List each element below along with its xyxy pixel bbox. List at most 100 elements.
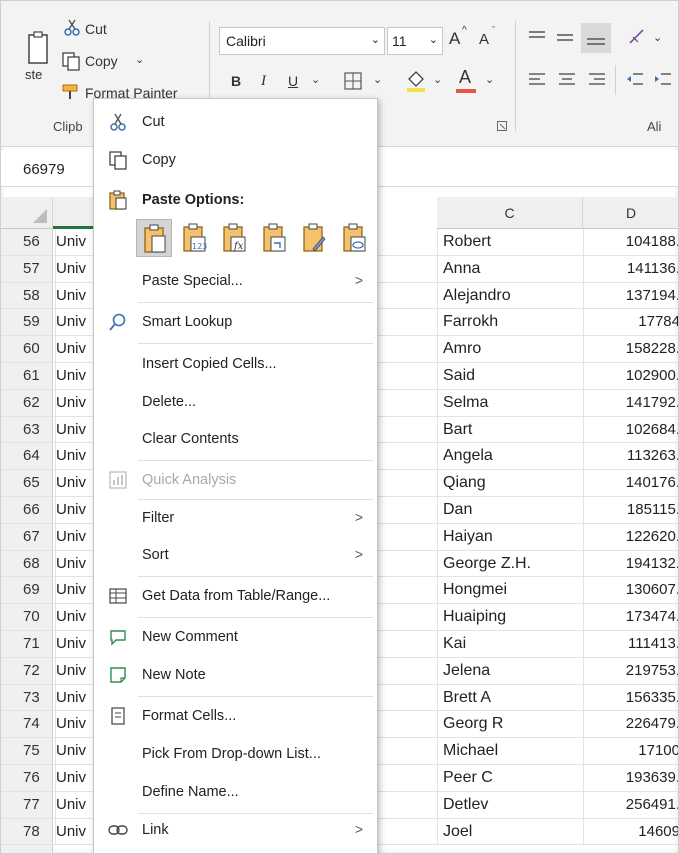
borders-icon[interactable] bbox=[343, 71, 363, 91]
cell-d[interactable]: 158228. bbox=[583, 336, 678, 362]
cell-d[interactable]: 140176. bbox=[583, 470, 678, 496]
name-box[interactable]: 66979 bbox=[23, 161, 65, 178]
row-number[interactable]: 73 bbox=[23, 685, 53, 711]
row-number[interactable]: 76 bbox=[23, 765, 53, 791]
row-number[interactable]: 71 bbox=[23, 631, 53, 657]
cell-d[interactable]: 17100 bbox=[583, 738, 678, 764]
paste-formatting-button[interactable] bbox=[296, 219, 332, 257]
cell-c[interactable]: Michael bbox=[437, 738, 583, 764]
shrink-font-button[interactable]: A bbox=[479, 31, 489, 48]
paste-link-button[interactable] bbox=[336, 219, 372, 257]
row-number[interactable]: 69 bbox=[23, 577, 53, 603]
cell-d[interactable]: 17784 bbox=[583, 309, 678, 336]
row-number[interactable]: 68 bbox=[23, 551, 53, 577]
cell-c[interactable]: Haiyan bbox=[437, 523, 583, 550]
cell-c[interactable]: Angela bbox=[437, 443, 583, 470]
column-header-d[interactable]: D bbox=[583, 197, 678, 229]
cell-c[interactable]: Georg R bbox=[437, 711, 583, 738]
row-number[interactable]: 62 bbox=[23, 390, 53, 416]
align-left-icon[interactable] bbox=[527, 71, 547, 89]
cell-c[interactable]: Brett A bbox=[437, 684, 583, 711]
row-number[interactable]: 63 bbox=[23, 417, 53, 443]
row-number[interactable]: 64 bbox=[23, 443, 53, 469]
copy-button[interactable]: Copy bbox=[85, 53, 118, 69]
select-all-corner[interactable] bbox=[1, 197, 53, 229]
cell-d[interactable]: 194132. bbox=[583, 550, 678, 577]
cut-button[interactable]: Cut bbox=[85, 21, 107, 37]
font-color-button[interactable]: A bbox=[459, 67, 471, 88]
cell-d[interactable]: 226479. bbox=[583, 711, 678, 738]
row-number[interactable]: 61 bbox=[23, 363, 53, 389]
cell-c[interactable]: Said bbox=[437, 363, 583, 389]
cell-d[interactable]: 156335. bbox=[583, 684, 678, 711]
row-number[interactable]: 59 bbox=[23, 309, 53, 335]
font-name-select[interactable]: Calibri ⌄ bbox=[219, 27, 385, 55]
cell-c[interactable]: Alejandro bbox=[437, 282, 583, 309]
cell-c[interactable]: Farrokh bbox=[437, 309, 583, 336]
row-number[interactable]: 57 bbox=[23, 256, 53, 282]
decrease-indent-icon[interactable] bbox=[625, 71, 645, 89]
fill-color-dropdown-icon[interactable]: ⌄ bbox=[433, 73, 442, 86]
menu-item-get-data[interactable]: Get Data from Table/Range... bbox=[94, 579, 377, 613]
copy-dropdown-icon[interactable]: ⌄ bbox=[135, 53, 144, 66]
cell-c[interactable]: Joel bbox=[437, 818, 583, 845]
align-middle-icon[interactable] bbox=[555, 29, 575, 47]
cell-d[interactable]: 104188. bbox=[583, 229, 678, 255]
cell-c[interactable]: Hongmei bbox=[437, 577, 583, 604]
cell-d[interactable]: 102684. bbox=[583, 416, 678, 443]
row-number[interactable]: 66 bbox=[23, 497, 53, 523]
row-number[interactable]: 56 bbox=[23, 229, 53, 255]
cell-d[interactable]: 130607. bbox=[583, 577, 678, 604]
cell-c[interactable]: Huaiping bbox=[437, 604, 583, 630]
cell-d[interactable]: 219753. bbox=[583, 657, 678, 684]
menu-item-sort[interactable]: Sort > bbox=[94, 538, 377, 572]
paste-values-button[interactable]: 123 bbox=[176, 219, 212, 257]
cell-d[interactable]: 185115. bbox=[583, 497, 678, 523]
cell-d[interactable]: 141792. bbox=[583, 389, 678, 416]
bold-button[interactable]: B bbox=[231, 73, 241, 89]
borders-dropdown-icon[interactable]: ⌄ bbox=[373, 73, 382, 86]
row-number[interactable]: 74 bbox=[23, 711, 53, 737]
fill-color-icon[interactable] bbox=[405, 69, 427, 93]
menu-item-pick-from-list[interactable]: Pick From Drop-down List... bbox=[94, 737, 377, 771]
row-number[interactable]: 75 bbox=[23, 738, 53, 764]
cell-d[interactable]: 173474. bbox=[583, 604, 678, 630]
column-header-c[interactable]: C bbox=[437, 197, 583, 229]
cell-c[interactable]: Jelena bbox=[437, 657, 583, 684]
cell-c[interactable]: Robert bbox=[437, 229, 583, 255]
font-size-select[interactable]: 11 ⌄ bbox=[387, 27, 443, 55]
menu-item-delete[interactable]: Delete... bbox=[94, 385, 377, 419]
menu-item-new-note[interactable]: New Note bbox=[94, 658, 377, 692]
paste-icon[interactable] bbox=[27, 31, 51, 65]
italic-button[interactable]: I bbox=[261, 73, 266, 90]
cell-d[interactable]: 141136. bbox=[583, 255, 678, 282]
underline-button[interactable]: U bbox=[288, 73, 298, 89]
menu-item-new-comment[interactable]: New Comment bbox=[94, 620, 377, 654]
dialog-launcher-icon[interactable] bbox=[497, 121, 507, 131]
cell-c[interactable]: Anna bbox=[437, 255, 583, 282]
row-number[interactable]: 78 bbox=[23, 819, 53, 845]
cell-d[interactable]: 193639. bbox=[583, 765, 678, 791]
align-bottom-button[interactable] bbox=[581, 23, 611, 53]
paste-transpose-button[interactable] bbox=[256, 219, 292, 257]
paste-default-button[interactable] bbox=[136, 219, 172, 257]
cell-d[interactable]: 14609 bbox=[583, 818, 678, 845]
cell-d[interactable]: 113263. bbox=[583, 443, 678, 470]
menu-item-clear-contents[interactable]: Clear Contents bbox=[94, 422, 377, 456]
menu-item-insert-copied-cells[interactable]: Insert Copied Cells... bbox=[94, 347, 377, 381]
orientation-dropdown-icon[interactable]: ⌄ bbox=[653, 31, 662, 44]
menu-item-filter[interactable]: Filter > bbox=[94, 501, 377, 535]
cell-c[interactable]: Peer C bbox=[437, 765, 583, 791]
grow-font-button[interactable]: A bbox=[449, 29, 460, 49]
cell-d[interactable]: 102900. bbox=[583, 363, 678, 389]
menu-item-define-name[interactable]: Define Name... bbox=[94, 775, 377, 809]
cell-c[interactable]: Amro bbox=[437, 336, 583, 362]
cell-d[interactable]: 137194. bbox=[583, 282, 678, 309]
increase-indent-icon[interactable] bbox=[653, 71, 673, 89]
cell-c[interactable]: George Z.H. bbox=[437, 550, 583, 577]
cell-c[interactable]: Bart bbox=[437, 416, 583, 443]
underline-dropdown-icon[interactable]: ⌄ bbox=[311, 73, 320, 86]
row-number[interactable]: 58 bbox=[23, 283, 53, 309]
menu-item-paste-special[interactable]: Paste Special... > bbox=[94, 264, 377, 298]
align-center-icon[interactable] bbox=[557, 71, 577, 89]
